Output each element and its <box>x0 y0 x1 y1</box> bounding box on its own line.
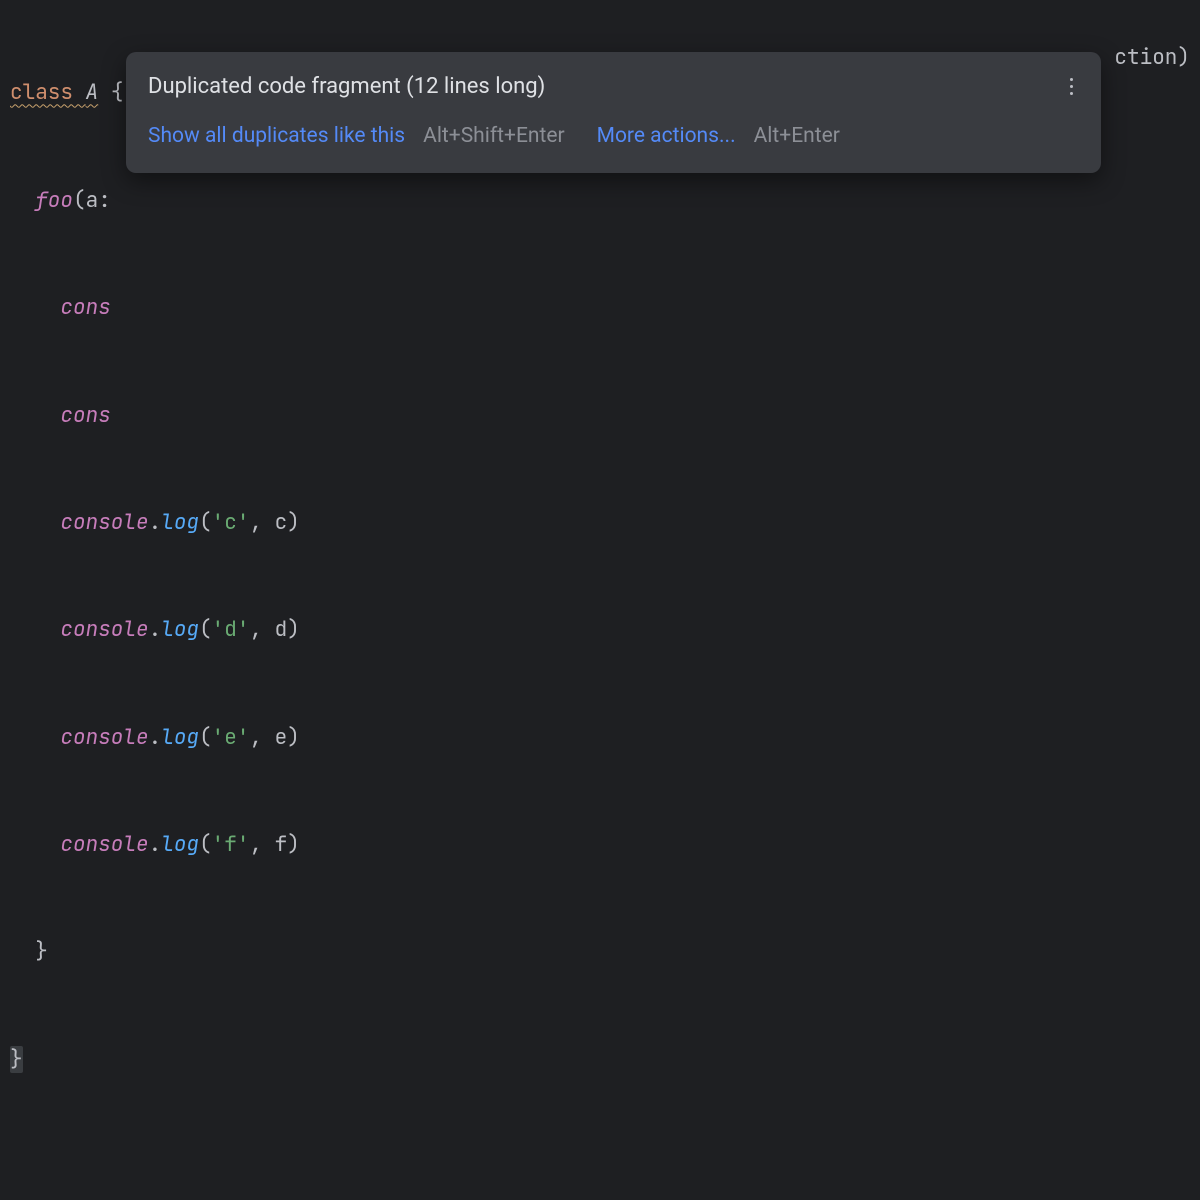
indent <box>10 187 35 214</box>
tooltip-actions: Show all duplicates like this Alt+Shift+… <box>148 119 1081 155</box>
brace-close-inner: } <box>10 938 48 965</box>
indent <box>10 402 60 429</box>
string-literal: 'f' <box>212 831 250 858</box>
space <box>73 79 86 106</box>
paren: ) <box>287 724 300 751</box>
dot: . <box>149 509 162 536</box>
args: , e <box>249 724 287 751</box>
paren: ( <box>199 724 212 751</box>
param: a: <box>86 187 111 214</box>
string-literal: 'c' <box>212 509 250 536</box>
more-actions-link[interactable]: More actions... <box>597 119 736 155</box>
args: , d <box>249 616 287 643</box>
code-line: console.log('d', d) <box>10 612 1190 648</box>
log-method: log <box>161 724 199 751</box>
more-options-icon[interactable] <box>1062 72 1081 101</box>
indent <box>10 724 60 751</box>
keyword-class: class <box>10 79 73 106</box>
brace-close-outer: } <box>10 1046 23 1073</box>
dot: . <box>149 724 162 751</box>
indent <box>10 831 60 858</box>
code-editor[interactable]: class A { foo(a: cons cons console.log('… <box>0 0 1200 1200</box>
console-ident: console <box>60 724 148 751</box>
log-method: log <box>161 831 199 858</box>
code-fragment-right: ction) <box>1114 40 1190 76</box>
paren: ( <box>73 187 86 214</box>
console-ident: console <box>60 831 148 858</box>
paren: ( <box>199 616 212 643</box>
dot: . <box>149 616 162 643</box>
console-partial: cons <box>60 294 110 321</box>
paren: ) <box>287 616 300 643</box>
code-line: foo(a: <box>10 183 1190 219</box>
code-line: console.log('f', f) <box>10 827 1190 863</box>
dot: . <box>149 831 162 858</box>
log-method: log <box>161 509 199 536</box>
args: , f <box>249 831 287 858</box>
inspection-tooltip: Duplicated code fragment (12 lines long)… <box>126 52 1101 173</box>
paren: ) <box>287 509 300 536</box>
paren: ( <box>199 509 212 536</box>
brace: { <box>98 79 123 106</box>
args: , c <box>249 509 287 536</box>
paren: ) <box>287 831 300 858</box>
code-line: console.log('e', e) <box>10 720 1190 756</box>
method-name: foo <box>35 187 73 214</box>
indent <box>10 294 60 321</box>
console-ident: console <box>60 616 148 643</box>
string-literal: 'e' <box>212 724 250 751</box>
code-line-blank <box>10 1149 1190 1185</box>
type-fragment: ction) <box>1114 44 1190 71</box>
code-line: cons <box>10 398 1190 434</box>
console-ident: console <box>60 509 148 536</box>
paren: ( <box>199 831 212 858</box>
indent <box>10 616 60 643</box>
console-partial: cons <box>60 402 110 429</box>
code-line: console.log('c', c) <box>10 505 1190 541</box>
code-line: } <box>10 934 1190 970</box>
class-name: A <box>86 79 99 106</box>
shortcut-label: Alt+Enter <box>754 119 840 155</box>
string-literal: 'd' <box>212 616 250 643</box>
show-all-duplicates-link[interactable]: Show all duplicates like this <box>148 119 405 155</box>
shortcut-label: Alt+Shift+Enter <box>423 119 564 155</box>
indent <box>10 509 60 536</box>
code-line: cons <box>10 290 1190 326</box>
code-line: } <box>10 1042 1190 1078</box>
tooltip-title: Duplicated code fragment (12 lines long) <box>148 68 545 105</box>
log-method: log <box>161 616 199 643</box>
